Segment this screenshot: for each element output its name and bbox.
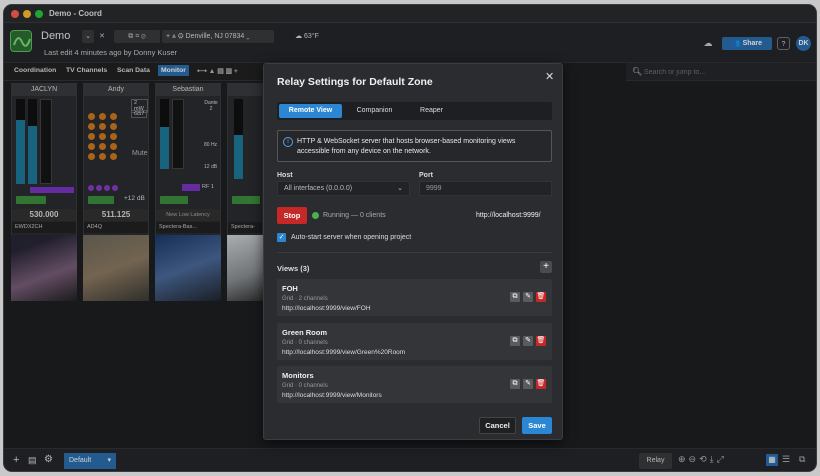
- copy-icon[interactable]: ⧉: [510, 379, 520, 389]
- tab-reaper[interactable]: Reaper: [409, 104, 454, 118]
- view-name: Monitors: [282, 371, 314, 380]
- stop-button[interactable]: Stop: [277, 207, 307, 224]
- delete-icon[interactable]: 🗑︎: [536, 292, 546, 302]
- divider: [277, 252, 552, 253]
- info-box: i HTTP & WebSocket server that hosts bro…: [277, 130, 552, 162]
- info-icon: i: [283, 137, 293, 147]
- host-select[interactable]: All interfaces (0.0.0.0) ⌄: [277, 181, 410, 196]
- dialog-title: Relay Settings for Default Zone: [277, 76, 433, 88]
- view-url: http://localhost:9999/view/Green%20Room: [282, 349, 406, 356]
- delete-icon[interactable]: 🗑︎: [536, 379, 546, 389]
- view-desc: Grid · 0 channels: [282, 383, 328, 389]
- save-button[interactable]: Save: [522, 417, 552, 434]
- view-name: FOH: [282, 284, 298, 293]
- edit-icon[interactable]: ✎: [523, 336, 533, 346]
- edit-icon[interactable]: ✎: [523, 379, 533, 389]
- views-title: Views (3): [277, 264, 310, 273]
- edit-icon[interactable]: ✎: [523, 292, 533, 302]
- dialog-tabs: Remote View Companion Reaper: [277, 102, 552, 120]
- view-desc: Grid · 2 channels: [282, 296, 328, 302]
- relay-settings-dialog: Relay Settings for Default Zone ✕ Remote…: [263, 63, 563, 440]
- view-name: Green Room: [282, 328, 328, 337]
- chevron-down-icon: ⌄: [397, 185, 403, 192]
- delete-icon[interactable]: 🗑︎: [536, 336, 546, 346]
- cancel-button[interactable]: Cancel: [479, 417, 516, 434]
- autostart-label: Auto-start server when opening project: [291, 234, 412, 241]
- info-text: HTTP & WebSocket server that hosts brows…: [297, 138, 516, 155]
- view-item[interactable]: Green Room Grid · 0 channels http://loca…: [277, 323, 552, 360]
- server-url[interactable]: http://localhost:9999/: [476, 212, 541, 219]
- app-window: Demo - Coord Demo ⌄ ✕ ⧉ ⌗ ⊘ + ⩓ ⚙ Denvil…: [3, 4, 817, 472]
- port-field[interactable]: 9999: [419, 181, 552, 196]
- host-value: All interfaces (0.0.0.0): [284, 185, 353, 192]
- view-item[interactable]: Monitors Grid · 0 channels http://localh…: [277, 366, 552, 403]
- view-url: http://localhost:9999/view/FOH: [282, 305, 371, 312]
- view-item[interactable]: FOH Grid · 2 channels http://localhost:9…: [277, 279, 552, 316]
- copy-icon[interactable]: ⧉: [510, 336, 520, 346]
- port-label: Port: [419, 172, 433, 179]
- tab-companion[interactable]: Companion: [347, 104, 402, 118]
- close-icon[interactable]: ✕: [545, 70, 554, 83]
- status-indicator: [312, 212, 319, 219]
- view-desc: Grid · 0 channels: [282, 340, 328, 346]
- tab-remote-view[interactable]: Remote View: [279, 104, 342, 118]
- server-status: Running — 0 clients: [323, 212, 386, 219]
- add-view-button[interactable]: +: [540, 261, 552, 273]
- port-placeholder: 9999: [426, 185, 442, 192]
- autostart-checkbox[interactable]: ✓: [277, 233, 286, 242]
- host-label: Host: [277, 172, 293, 179]
- view-url: http://localhost:9999/view/Monitors: [282, 392, 382, 399]
- copy-icon[interactable]: ⧉: [510, 292, 520, 302]
